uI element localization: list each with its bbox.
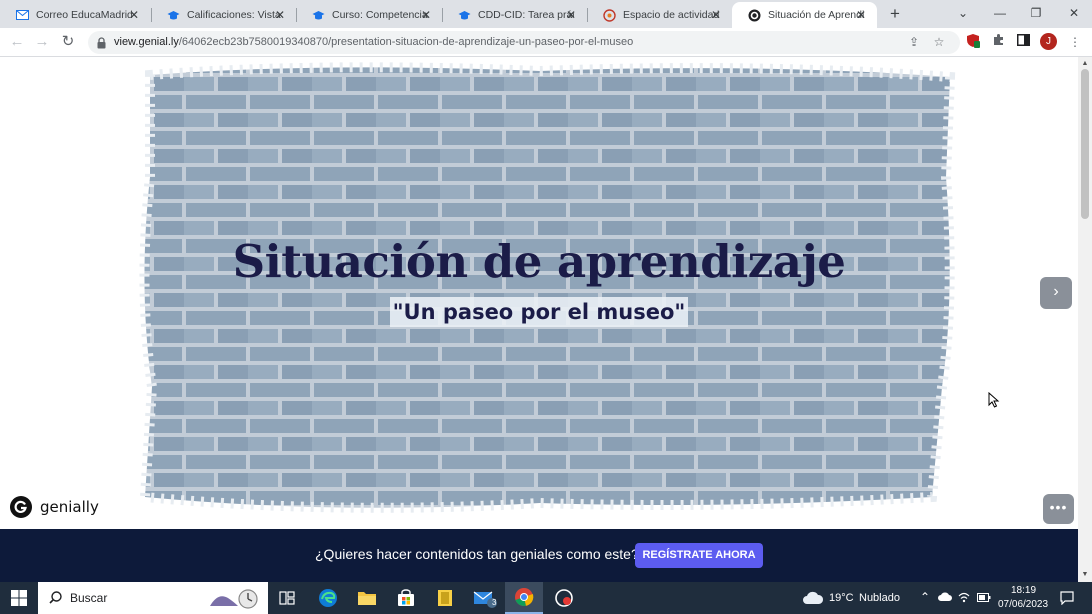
forward-button[interactable]: → (32, 32, 52, 52)
tab-strip: Correo EducaMadrid ✕ Calificaciones: Vis… (0, 0, 1092, 28)
activity-icon (603, 8, 616, 22)
clock-date: 07/06/2023 (998, 599, 1049, 610)
tab-calificaciones[interactable]: Calificaciones: Vista ✕ (151, 2, 296, 28)
genially-logo-text: genially (40, 498, 99, 516)
minimize-button[interactable]: — (985, 2, 1015, 24)
sticky-notes-icon (438, 590, 452, 606)
store-icon (398, 589, 414, 606)
url-text: view.genial.ly/64062ecb23b7580019340870/… (114, 36, 633, 48)
next-slide-button[interactable]: › (1040, 277, 1072, 309)
share-icon[interactable]: ⇪ (906, 34, 922, 50)
weather-condition: Nublado (859, 592, 900, 604)
notifications-icon[interactable] (1060, 591, 1074, 605)
windows-logo-icon (11, 590, 27, 606)
presentation-subtitle: "Un paseo por el museo" (389, 297, 689, 327)
close-icon[interactable]: ✕ (709, 8, 723, 22)
close-icon[interactable]: ✕ (854, 8, 868, 22)
close-icon[interactable]: ✕ (127, 8, 141, 22)
taskbar-search[interactable]: Buscar (38, 582, 268, 614)
extensions-puzzle-icon[interactable] (989, 33, 1007, 51)
battery-icon[interactable] (977, 593, 991, 602)
register-button[interactable]: REGÍSTRATE AHORA (635, 543, 763, 568)
task-view-button[interactable] (268, 582, 306, 614)
genially-presentation: Situación de aprendizaje "Un paseo por e… (0, 57, 1078, 582)
brick-wall-background (139, 62, 956, 513)
tab-curso[interactable]: Curso: Competencia D ✕ (296, 2, 442, 28)
mouse-cursor-icon (988, 392, 1000, 408)
browser-menu-icon[interactable]: ⋮ (1066, 33, 1084, 51)
signup-banner: ¿Quieres hacer contenidos tan geniales c… (0, 529, 1078, 582)
tab-title: Calificaciones: Vista (187, 9, 281, 21)
taskbar-notes[interactable] (426, 582, 464, 614)
genially-logo-icon (10, 496, 32, 518)
tab-correo[interactable]: Correo EducaMadrid ✕ (0, 2, 150, 28)
url-host: view.genial.ly (114, 36, 179, 48)
new-tab-button[interactable]: + (885, 4, 905, 24)
profile-avatar[interactable]: J (1040, 33, 1057, 50)
search-highlight-icon (210, 589, 258, 609)
tab-title: Curso: Competencia D (332, 9, 428, 21)
side-panel-icon[interactable] (1014, 33, 1032, 51)
taskbar-edge[interactable] (309, 582, 347, 614)
mortarboard-icon (167, 9, 180, 22)
shield-extension-icon[interactable] (964, 33, 982, 51)
mail-icon (16, 9, 29, 22)
page-scrollbar[interactable]: ▲ ▼ (1078, 57, 1092, 582)
back-button[interactable]: ← (7, 32, 27, 52)
taskbar-chrome[interactable] (505, 582, 543, 614)
onedrive-cloud-icon[interactable] (938, 592, 952, 602)
close-window-button[interactable]: ✕ (1059, 2, 1089, 24)
edge-icon (319, 589, 337, 607)
reload-button[interactable]: ↻ (58, 32, 78, 52)
mortarboard-icon (312, 9, 325, 22)
tab-search-chevron-icon[interactable]: ⌄ (948, 2, 978, 24)
scroll-up-arrow-icon[interactable]: ▲ (1078, 59, 1092, 69)
taskbar-store[interactable] (387, 582, 425, 614)
tab-espacio[interactable]: Espacio de actividades ✕ (587, 2, 732, 28)
search-icon (49, 591, 62, 604)
more-options-button[interactable]: ••• (1043, 494, 1074, 524)
tab-title: CDD-CID: Tarea práct (478, 9, 574, 21)
tab-cdd-cid[interactable]: CDD-CID: Tarea práct ✕ (442, 2, 587, 28)
task-view-icon (279, 591, 295, 605)
windows-taskbar: Buscar 3 19°C Nublado ⌃ 18:19 07/06/2023 (0, 582, 1092, 614)
taskbar-mail[interactable]: 3 (466, 582, 504, 614)
tab-situacion[interactable]: Situación de Aprendiz ✕ (732, 2, 877, 28)
presentation-title: Situación de aprendizaje (232, 235, 846, 288)
banner-text: ¿Quieres hacer contenidos tan geniales c… (315, 546, 639, 562)
mortarboard-icon (458, 9, 471, 22)
scroll-down-arrow-icon[interactable]: ▼ (1078, 570, 1092, 580)
wifi-icon[interactable] (958, 591, 970, 603)
search-placeholder: Buscar (70, 591, 108, 605)
bookmark-star-icon[interactable]: ☆ (931, 34, 947, 50)
tab-title: Correo EducaMadrid (36, 9, 132, 21)
screen-recorder-icon (555, 589, 573, 607)
close-icon[interactable]: ✕ (273, 8, 287, 22)
start-button[interactable] (0, 582, 38, 614)
tab-title: Espacio de actividades (623, 9, 719, 21)
taskbar-file-explorer[interactable] (348, 582, 386, 614)
tray-overflow-chevron-icon[interactable]: ⌃ (920, 590, 930, 604)
lock-icon (97, 36, 106, 49)
taskbar-recorder[interactable] (545, 582, 583, 614)
tab-title: Situación de Aprendiz (768, 9, 864, 21)
scroll-thumb[interactable] (1081, 69, 1089, 219)
genially-logo[interactable]: genially (9, 495, 99, 519)
address-bar[interactable]: view.genial.ly/64062ecb23b7580019340870/… (88, 31, 960, 54)
close-icon[interactable]: ✕ (419, 8, 433, 22)
close-icon[interactable]: ✕ (564, 8, 578, 22)
genially-icon (748, 9, 761, 22)
mail-badge: 3 (492, 598, 497, 607)
weather-temperature: 19°C (829, 592, 854, 604)
clock-time: 18:19 (1011, 585, 1037, 596)
restore-button[interactable]: ❐ (1021, 2, 1051, 24)
folder-icon (358, 592, 376, 605)
url-path: /64062ecb23b7580019340870/presentation-s… (178, 36, 634, 48)
chrome-icon (515, 588, 534, 607)
browser-toolbar: ← → ↻ view.genial.ly/64062ecb23b75800193… (0, 28, 1092, 57)
weather-cloud-icon (803, 591, 824, 604)
